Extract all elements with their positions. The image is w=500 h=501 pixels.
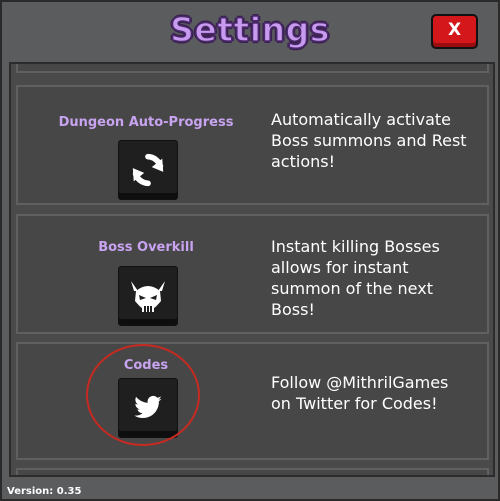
close-button[interactable]: X (431, 14, 478, 49)
settings-window: Settings X Dungeon Auto-Progress Automat… (0, 0, 500, 501)
boss-overkill-description: Instant killing Bosses allows for instan… (271, 237, 440, 319)
refresh-icon (132, 153, 164, 187)
window-title: Settings (169, 9, 330, 50)
demon-skull-icon (131, 281, 165, 312)
settings-card-partial-bottom (16, 468, 489, 475)
settings-card-auto-progress: Dungeon Auto-Progress Automatically acti… (16, 85, 489, 205)
settings-card-boss-overkill: Boss Overkill Instant killing Bosses all… (16, 214, 489, 334)
boss-overkill-toggle-button[interactable] (118, 266, 178, 326)
codes-description: Follow @MithrilGames on Twitter for Code… (271, 373, 449, 413)
settings-card-partial-top (16, 64, 489, 73)
auto-progress-label: Dungeon Auto-Progress (58, 115, 234, 130)
boss-overkill-label: Boss Overkill (98, 240, 194, 255)
highlight-annotation-circle (86, 344, 200, 446)
version-text: Version: 0.35 (7, 486, 82, 497)
settings-scroll-list[interactable]: Dungeon Auto-Progress Automatically acti… (9, 62, 495, 477)
auto-progress-toggle-button[interactable] (118, 140, 178, 200)
auto-progress-description: Automatically activate Boss summons and … (271, 110, 467, 171)
